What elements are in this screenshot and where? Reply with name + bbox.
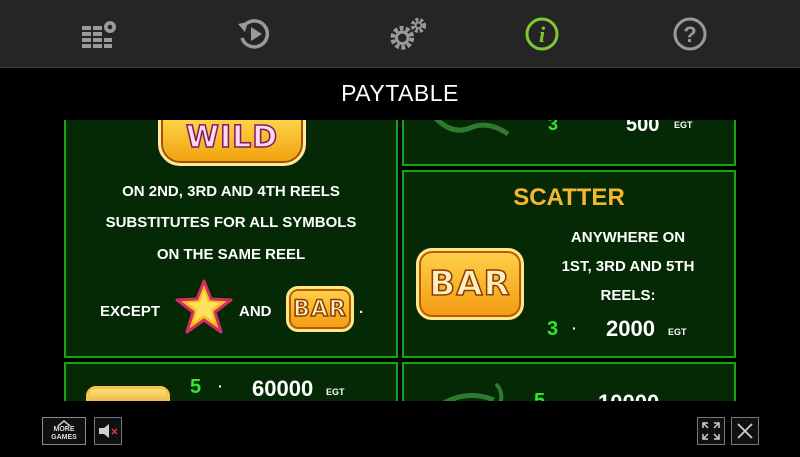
close-icon xyxy=(737,423,753,439)
symbol-panel-top-right: 3 500 EGT xyxy=(402,120,736,166)
paytable-viewport[interactable]: WILD ON 2ND, 3RD AND 4TH REELS SUBSTITUT… xyxy=(0,120,800,401)
bottom-right-count: 5 xyxy=(534,390,546,401)
wild-line-1: ON 2ND, 3RD AND 4TH REELS xyxy=(122,183,340,200)
except-label: EXCEPT xyxy=(100,303,161,320)
scatter-currency: EGT xyxy=(668,327,687,337)
speaker-muted-icon xyxy=(99,424,118,438)
more-games-line-1: MORE xyxy=(53,426,75,433)
symbol-panel-bottom-right: 5 10000 xyxy=(402,362,736,401)
wild-line-3: ON THE SAME REEL xyxy=(156,246,306,263)
bottom-bar: MORE GAMES xyxy=(0,401,800,457)
scatter-line-2: 1ST, 3RD AND 5TH xyxy=(561,258,695,275)
scatter-amount: 2000 xyxy=(606,316,655,341)
symbol-fragment-icon xyxy=(434,120,510,137)
close-button[interactable] xyxy=(731,417,759,445)
svg-text:?: ? xyxy=(683,22,696,47)
bottom-left-amount: 60000 xyxy=(252,376,314,401)
scatter-title: SCATTER xyxy=(513,184,625,211)
scatter-line-3: REELS: xyxy=(600,287,656,304)
bottom-left-dot: · xyxy=(218,378,223,394)
top-toolbar: i ? xyxy=(0,0,800,68)
symbol-panel-bottom-left: 5 · 60000 EGT xyxy=(64,362,398,401)
page-title: PAYTABLE xyxy=(341,80,459,106)
wild-logo-text: WILD xyxy=(185,120,279,155)
star-symbol xyxy=(174,278,234,338)
scatter-count: 3 xyxy=(547,318,559,340)
autoplay-icon[interactable] xyxy=(234,14,274,54)
sound-toggle-button[interactable] xyxy=(94,417,122,445)
scatter-dot: · xyxy=(572,320,577,336)
help-icon[interactable]: ? xyxy=(670,14,710,54)
bar-symbol-large: BAR xyxy=(416,248,524,320)
svg-text:i: i xyxy=(539,22,546,47)
symbol-fragment-icon xyxy=(86,386,170,401)
bottom-right-amount: 10000 xyxy=(598,390,659,401)
period-label: . xyxy=(359,300,364,317)
bet-settings-icon[interactable] xyxy=(80,14,120,54)
fullscreen-icon xyxy=(702,422,720,440)
top-right-currency: EGT xyxy=(674,120,693,130)
and-label: AND xyxy=(239,303,272,320)
settings-icon[interactable] xyxy=(388,14,428,54)
info-icon[interactable]: i xyxy=(522,14,562,54)
top-right-count: 3 xyxy=(548,120,559,134)
bar-symbol-small: BAR xyxy=(286,286,354,332)
bottom-left-count: 5 xyxy=(190,376,202,398)
scatter-panel: SCATTER BAR ANYWHERE ON 1ST, 3RD AND 5TH… xyxy=(402,170,736,358)
wild-symbol: WILD xyxy=(158,120,306,166)
bottom-left-currency: EGT xyxy=(326,387,345,397)
more-games-button[interactable]: MORE GAMES xyxy=(42,417,86,445)
more-games-line-2: GAMES xyxy=(51,434,77,441)
symbol-fragment-icon xyxy=(442,382,504,401)
scatter-line-1: ANYWHERE ON xyxy=(570,229,686,246)
wild-line-2: SUBSTITUTES FOR ALL SYMBOLS xyxy=(105,214,357,231)
top-right-amount: 500 xyxy=(626,120,660,136)
fullscreen-button[interactable] xyxy=(697,417,725,445)
wild-panel: WILD ON 2ND, 3RD AND 4TH REELS SUBSTITUT… xyxy=(64,120,398,358)
